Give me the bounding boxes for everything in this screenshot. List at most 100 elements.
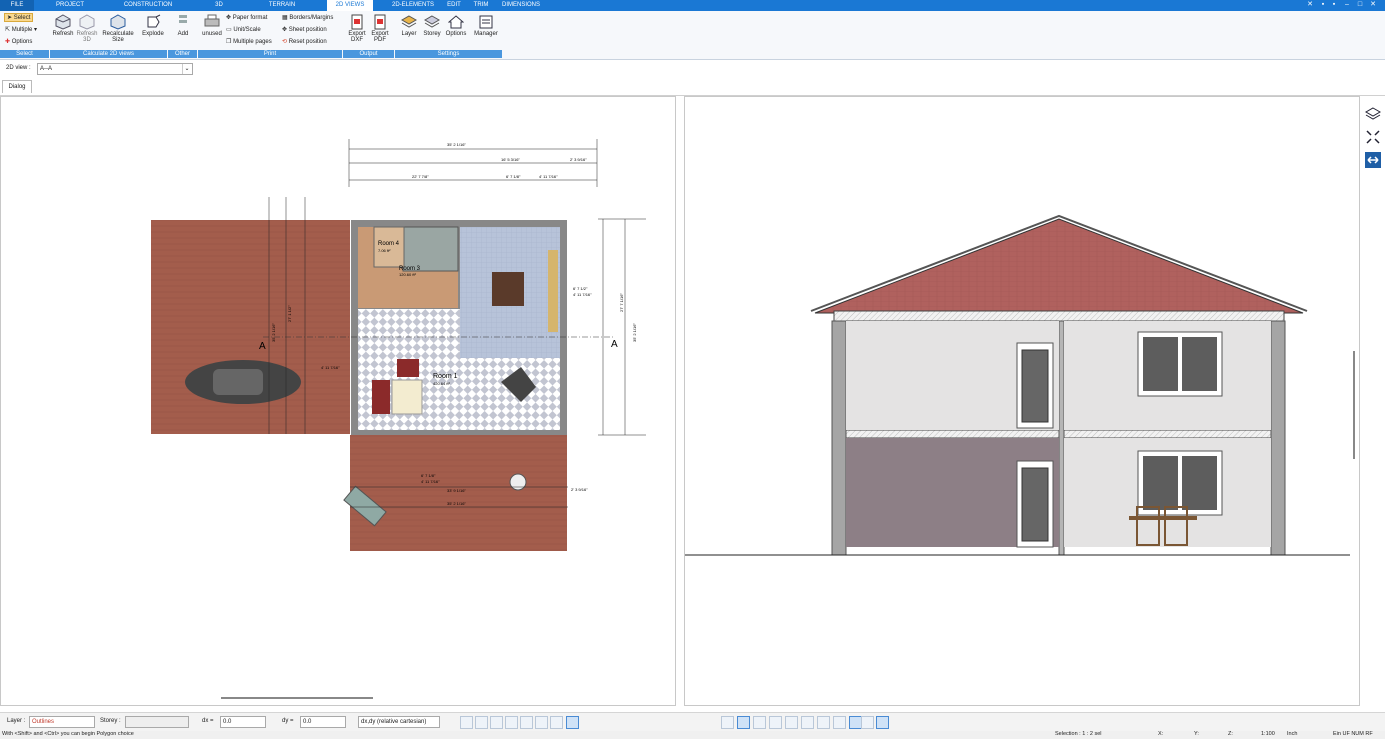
coord-mode-dropdown[interactable]: dx,dy (relative cartesian) [358, 716, 440, 728]
align-top-icon[interactable] [475, 716, 488, 729]
section-marker-left: A [259, 341, 266, 352]
dimension-icon[interactable] [535, 716, 548, 729]
layers-icon[interactable] [1365, 106, 1381, 122]
pin-icon[interactable]: ▪ [1319, 1, 1327, 9]
move-icon[interactable] [861, 716, 874, 729]
export-dxf-button[interactable]: Export DXF [346, 14, 368, 43]
storey-icon [424, 15, 440, 28]
view-grid-icon[interactable] [753, 716, 766, 729]
multiple-pages-label: Multiple pages [233, 39, 272, 45]
tab-project[interactable]: PROJECT [48, 0, 92, 11]
armchair [372, 380, 390, 414]
cube-icon [55, 14, 71, 30]
select-frame-icon[interactable] [566, 716, 579, 729]
tab-file[interactable]: FILE [0, 0, 34, 11]
dim-top-main: 22' 7 7/8" [412, 174, 429, 179]
unit-scale-button[interactable]: ▭ Unit/Scale [226, 26, 261, 33]
sheet-position-button[interactable]: ✥ Sheet position [282, 26, 327, 33]
lower-door-glass [1021, 467, 1049, 542]
tab-terrain[interactable]: TERRAIN [262, 0, 302, 11]
dim-bottom-total: 35' 2 1/16" [447, 501, 466, 506]
reset-icon: ⟲ [282, 39, 288, 45]
floor-plan-pane[interactable]: Room 4 7.06 ft² Room 3 120.60 ft² Room 1… [0, 96, 679, 706]
roof [814, 218, 1304, 314]
text-abc-icon[interactable] [520, 716, 533, 729]
zoom-icon[interactable] [876, 716, 889, 729]
dx-value: 0.0 [223, 719, 232, 725]
settings-options-button[interactable]: Options [444, 14, 468, 37]
tab-3d[interactable]: 3D [208, 0, 230, 11]
explode-button[interactable]: Explode [141, 14, 165, 37]
view-selector-value: A--A [40, 66, 52, 72]
view-selector-dropdown[interactable]: A--A ⌄ [37, 63, 193, 75]
chart-icon[interactable] [785, 716, 798, 729]
refresh-3d-button[interactable]: Refresh 3D [76, 14, 98, 43]
vertical-scrollbar[interactable] [1353, 351, 1355, 459]
view-page-icon[interactable] [737, 716, 750, 729]
export-pdf-button[interactable]: Export PDF [369, 14, 391, 43]
align-left-icon[interactable] [460, 716, 473, 729]
pan-icon[interactable] [1364, 151, 1382, 169]
unused-button[interactable]: unused [200, 14, 224, 37]
storey-dropdown[interactable] [125, 716, 189, 728]
multiple-button[interactable]: ⇱ Multiple ▾ [5, 26, 37, 33]
status-z: Z: [1228, 731, 1233, 737]
coffee-table [391, 379, 423, 415]
add-button[interactable]: Add [173, 14, 193, 37]
floor-plan-canvas[interactable]: Room 4 7.06 ft² Room 3 120.60 ft² Room 1… [1, 97, 679, 705]
group-settings-label: Settings [395, 50, 502, 58]
snap-icon[interactable] [833, 716, 846, 729]
select-button[interactable]: ➤ Select [4, 13, 34, 22]
border-icon: ▦ [282, 15, 288, 21]
section-marker-right: A [611, 339, 618, 350]
section-view-pane[interactable] [684, 96, 1360, 709]
tab-dimensions[interactable]: DIMENSIONS [498, 0, 544, 11]
pdf-file-icon [374, 14, 386, 30]
reset-position-button[interactable]: ⟲ Reset position [282, 38, 327, 45]
patio-table [509, 473, 527, 491]
upper-slab [833, 310, 1285, 322]
list-icon[interactable] [505, 716, 518, 729]
close-icon[interactable]: ✕ [1369, 1, 1377, 9]
dialog-tab[interactable]: Dialog [2, 80, 32, 93]
refresh-button[interactable]: Refresh [52, 14, 74, 37]
recalculate-size-button[interactable]: Recalculate Size [99, 14, 137, 43]
multiple-pages-button[interactable]: ❐ Multiple pages [226, 38, 272, 45]
lower-window-pane [1182, 456, 1217, 510]
dy-label: dy = [282, 718, 294, 724]
horizontal-scrollbar[interactable] [221, 697, 373, 699]
tab-2d-elements[interactable]: 2D-ELEMENTS [388, 0, 438, 11]
help-icon[interactable]: ▪ [1330, 1, 1338, 9]
status-unit: Inch [1287, 731, 1298, 737]
dy-input[interactable]: 0.0 [300, 716, 346, 728]
dx-input[interactable]: 0.0 [220, 716, 266, 728]
tab-trim[interactable]: TRIM [470, 0, 492, 11]
borders-margins-button[interactable]: ▦ Borders/Margins [282, 14, 333, 21]
room-4-area: 7.06 ft² [378, 248, 391, 253]
view-split-icon[interactable] [769, 716, 782, 729]
manager-button[interactable]: Manager [473, 14, 499, 37]
options-button[interactable]: ✚ Options [5, 38, 32, 45]
bold-lines-icon[interactable] [490, 716, 503, 729]
stop-icon[interactable] [817, 716, 830, 729]
minimize-icon[interactable]: – [1343, 1, 1351, 9]
dim-right-total: 35' 2 1/16" [632, 323, 637, 342]
dim-top-span-d: 2' 3 9/16" [570, 157, 587, 162]
fit-view-icon[interactable] [1365, 129, 1381, 145]
storey-button[interactable]: Storey [421, 14, 443, 37]
chevron-down-icon: ⌄ [182, 64, 191, 74]
section-icon[interactable] [801, 716, 814, 729]
view-single-icon[interactable] [721, 716, 734, 729]
layer-dropdown[interactable]: Outlines [29, 716, 95, 728]
options-label: Options [11, 39, 33, 45]
upper-door-glass [1021, 349, 1049, 423]
layer-button[interactable]: Layer [399, 14, 419, 37]
maximize-icon[interactable]: □ [1356, 1, 1364, 9]
section-view-canvas[interactable] [685, 97, 1359, 709]
paper-format-button[interactable]: ✥ Paper format [226, 14, 267, 21]
tools-icon[interactable]: ✕ [1306, 1, 1314, 9]
tab-edit[interactable]: EDIT [443, 0, 465, 11]
tab-2d-views[interactable]: 2D VIEWS [327, 0, 373, 11]
frame-icon[interactable] [550, 716, 563, 729]
tab-construction[interactable]: CONSTRUCTION [118, 0, 178, 11]
